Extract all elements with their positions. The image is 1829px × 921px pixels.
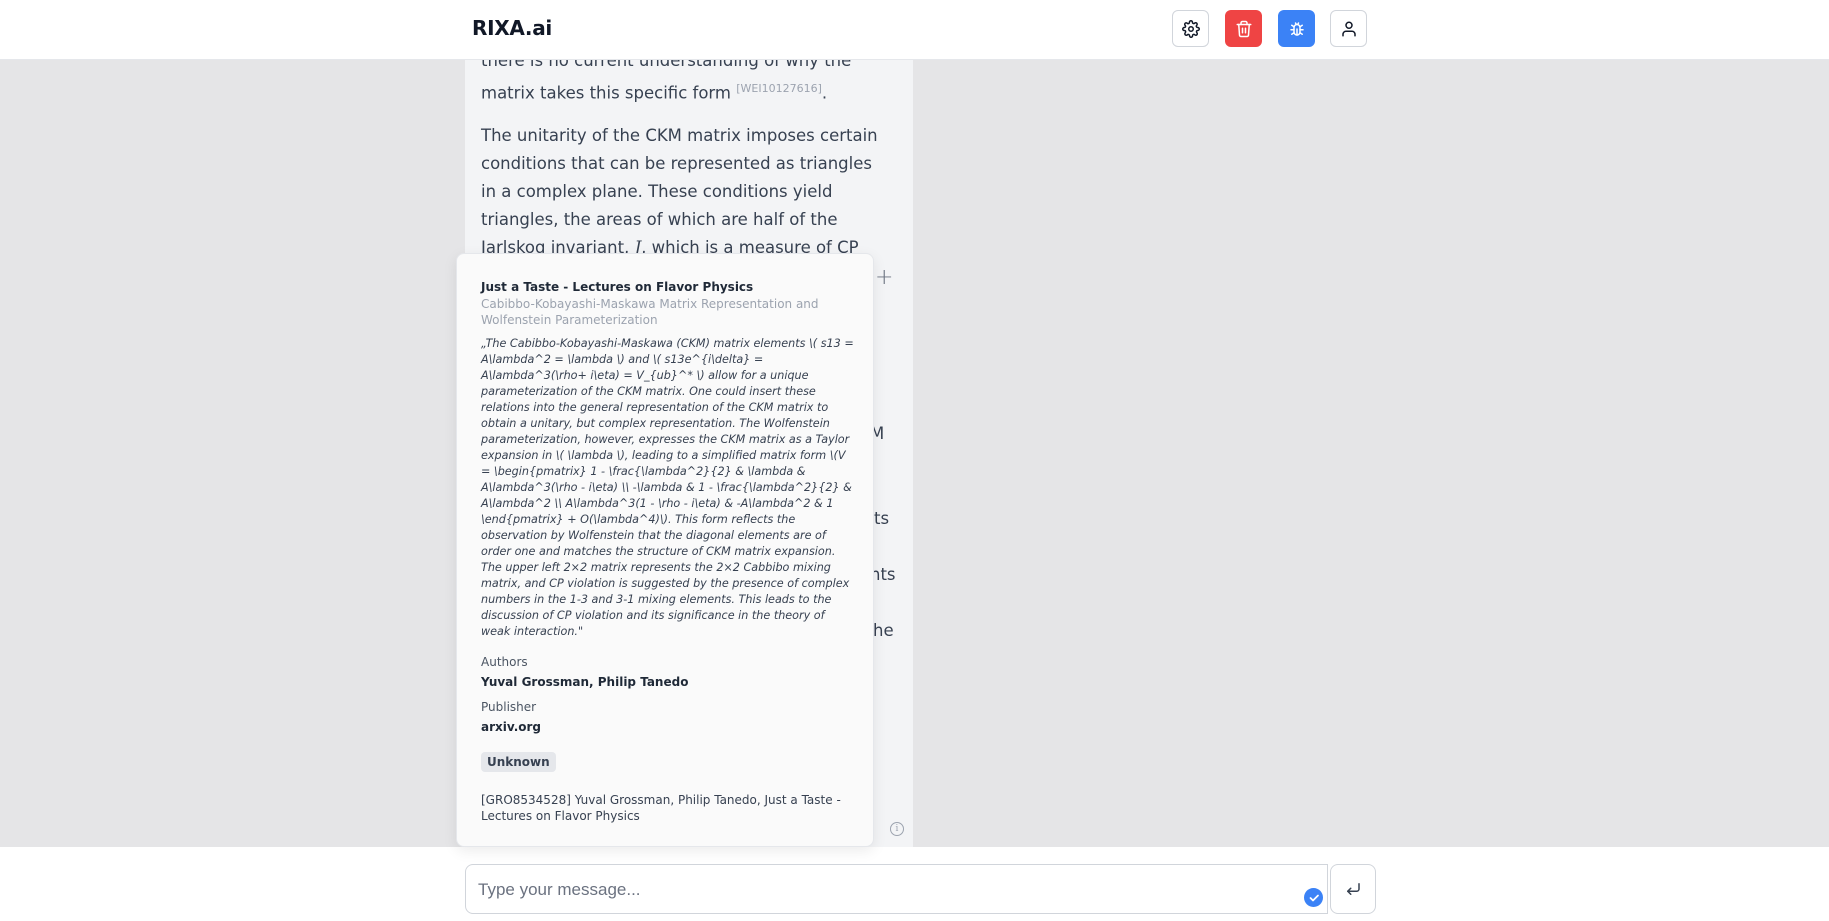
app-header: RIXA.ai	[0, 0, 1829, 60]
authors-value: Yuval Grossman, Philip Tanedo	[481, 675, 689, 689]
source-quote: „The Cabibbo-Kobayashi-Maskawa (CKM) mat…	[481, 337, 854, 638]
app-logo[interactable]: RIXA.ai	[472, 16, 552, 40]
bug-icon	[1289, 21, 1304, 36]
delete-chat-button[interactable]	[1225, 10, 1262, 47]
status-badge: Unknown	[481, 752, 556, 772]
publisher-value: arxiv.org	[481, 720, 542, 734]
citation-link[interactable]: [WEI10127616]	[736, 82, 822, 95]
debug-button[interactable]	[1278, 10, 1315, 47]
user-profile-button[interactable]	[1330, 10, 1367, 47]
trash-icon	[1236, 20, 1251, 37]
enter-icon	[1347, 883, 1360, 895]
expand-plus-button[interactable]: +	[875, 265, 893, 290]
source-subtitle: Cabibbo-Kobayashi-Maskawa Matrix Represe…	[481, 297, 819, 327]
obscured-text-fragment: he	[873, 621, 894, 640]
publisher-label: Publisher	[481, 700, 537, 714]
gear-icon	[1181, 19, 1200, 38]
user-icon	[1341, 21, 1356, 36]
info-icon[interactable]: i	[890, 822, 904, 836]
settings-button[interactable]	[1172, 10, 1209, 47]
message-paragraph: there is no current understanding of why…	[481, 60, 852, 103]
check-badge	[1304, 888, 1323, 907]
send-button[interactable]	[1330, 864, 1376, 914]
message-input[interactable]	[478, 877, 1258, 903]
source-reference: [GRO8534528] Yuval Grossman, Philip Tane…	[481, 793, 841, 823]
checkmark-icon	[1309, 894, 1319, 901]
source-title: Just a Taste - Lectures on Flavor Physic…	[481, 280, 754, 294]
citation-popup: Just a Taste - Lectures on Flavor Physic…	[456, 253, 874, 847]
obscured-text-fragment: ts	[874, 509, 890, 528]
message-input-container	[465, 864, 1328, 914]
authors-label: Authors	[481, 655, 528, 669]
